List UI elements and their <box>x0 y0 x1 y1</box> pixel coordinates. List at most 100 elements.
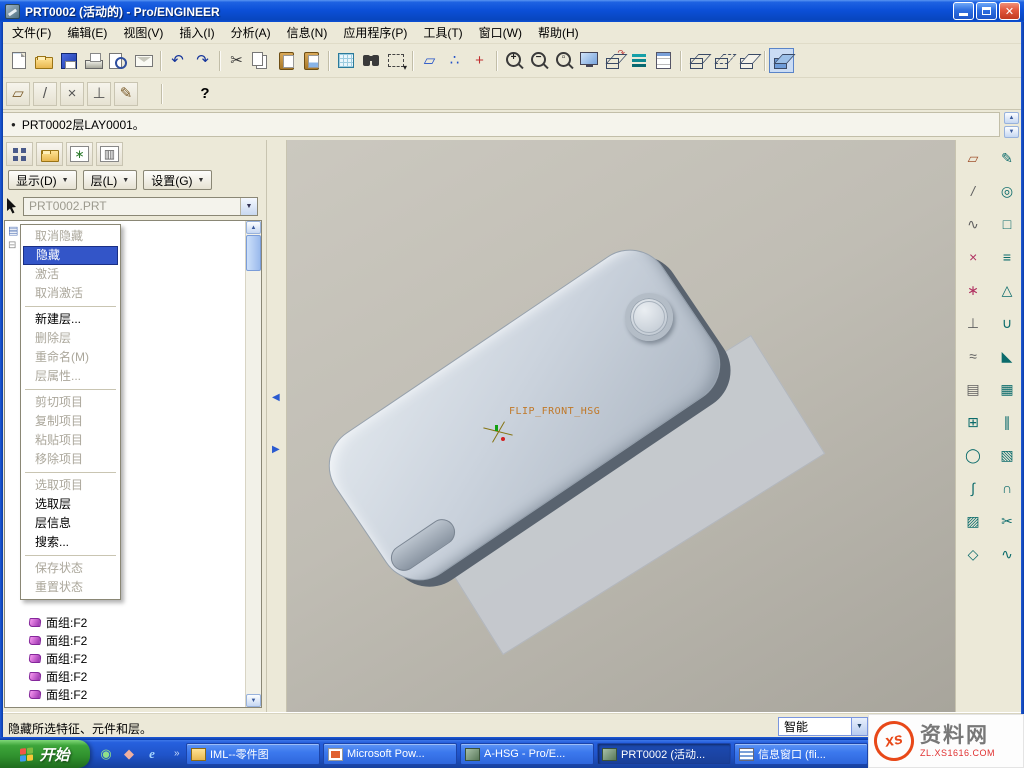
chevron-down-icon[interactable] <box>240 198 257 215</box>
context-menu-item[interactable]: 剪切项目 <box>23 393 118 412</box>
round-tool-icon[interactable]: ∪ <box>995 311 1019 335</box>
chevron-down-icon[interactable] <box>851 718 867 735</box>
point-display-icon[interactable]: ∴ <box>442 48 467 73</box>
extrude-tool-icon[interactable]: ⊞ <box>961 410 985 434</box>
context-menu-item[interactable]: 隐藏 <box>23 246 118 265</box>
warp-tool-icon[interactable]: ∿ <box>995 542 1019 566</box>
print-icon[interactable] <box>81 48 106 73</box>
layer-display-icon[interactable] <box>626 48 651 73</box>
settings-dropdown[interactable]: 设置(G) <box>143 170 212 190</box>
paste-icon[interactable] <box>274 48 299 73</box>
merge-tool-icon[interactable]: ∩ <box>995 476 1019 500</box>
sketch-datum-icon[interactable]: ✎ <box>114 82 138 106</box>
maximize-button[interactable] <box>976 2 997 20</box>
save-icon[interactable] <box>56 48 81 73</box>
no-hidden-icon[interactable] <box>735 48 760 73</box>
copy-icon[interactable] <box>249 48 274 73</box>
context-help-icon[interactable]: ? <box>193 82 217 106</box>
paste-special-icon[interactable] <box>299 48 324 73</box>
graphics-viewport[interactable]: FLIP_FRONT_HSG <box>287 140 955 712</box>
quicklaunch-ie-icon[interactable]: e <box>142 743 162 765</box>
context-menu-item[interactable]: 选取项目 <box>23 476 118 495</box>
tree-item[interactable]: 面组:F2 <box>7 613 244 631</box>
chevron-right-icon[interactable]: » <box>174 748 180 759</box>
context-menu-item[interactable]: 保存状态 <box>23 559 118 578</box>
tree-item[interactable]: 面组:F2 <box>7 649 244 667</box>
quicklaunch-media-icon[interactable]: ◆ <box>119 743 139 765</box>
hole-tool-icon[interactable]: ◎ <box>995 179 1019 203</box>
context-menu-item[interactable]: 新建层... <box>23 310 118 329</box>
minimize-button[interactable] <box>953 2 974 20</box>
new-file-icon[interactable] <box>6 48 31 73</box>
datum-display-icon[interactable]: ▱ <box>417 48 442 73</box>
scroll-down-icon[interactable] <box>1004 126 1019 138</box>
menu-item[interactable]: 编辑(E) <box>59 22 115 43</box>
menu-item[interactable]: 工具(T) <box>415 22 470 43</box>
selection-filter-combobox[interactable]: 智能 <box>778 717 868 736</box>
zoom-in-icon[interactable]: + <box>501 48 526 73</box>
show-dropdown[interactable]: 显示(D) <box>8 170 77 190</box>
redo-icon[interactable]: ↷ <box>190 48 215 73</box>
quicklaunch-messenger-icon[interactable]: ◉ <box>96 743 116 765</box>
scroll-up-icon[interactable] <box>246 221 261 234</box>
coordinate-system-icon[interactable]: ⊥ <box>961 311 985 335</box>
layer-dropdown[interactable]: 层(L) <box>83 170 138 190</box>
close-button[interactable]: ✕ <box>999 2 1020 20</box>
tree-item[interactable]: 面组:F2 <box>7 667 244 685</box>
spin-center-icon[interactable]: + <box>467 48 492 73</box>
menu-item[interactable]: 应用程序(P) <box>335 22 415 43</box>
context-menu-item[interactable]: 删除层 <box>23 329 118 348</box>
pattern-tool-icon[interactable]: ▦ <box>995 377 1019 401</box>
datum-point-icon[interactable]: × <box>961 245 985 269</box>
context-menu-item[interactable]: 激活 <box>23 265 118 284</box>
collapse-left-icon[interactable]: ◀ <box>272 392 280 403</box>
taskbar-task-iml[interactable]: IML--零件图 <box>186 743 320 765</box>
undo-icon[interactable]: ↶ <box>165 48 190 73</box>
new-layer-view-icon[interactable]: ∗ <box>66 142 93 166</box>
style-tool-icon[interactable]: ◇ <box>961 542 985 566</box>
menu-item[interactable]: 分析(A) <box>223 22 279 43</box>
context-menu-item[interactable]: 层信息 <box>23 514 118 533</box>
trim-tool-icon[interactable]: ✂ <box>995 509 1019 533</box>
tree-item[interactable]: 面组:F2 <box>7 631 244 649</box>
offset-point-icon[interactable]: ∗ <box>961 278 985 302</box>
layer-folder-icon[interactable] <box>36 142 63 166</box>
context-menu-item[interactable]: 层属性... <box>23 367 118 386</box>
datum-curve-icon[interactable]: ∿ <box>961 212 985 236</box>
shaded-icon[interactable] <box>769 48 794 73</box>
email-icon[interactable] <box>131 48 156 73</box>
taskbar-task-prt0002[interactable]: PRT0002 (活动... <box>597 743 731 765</box>
reorient-icon[interactable]: ↷ <box>601 48 626 73</box>
analysis-icon[interactable]: ≈ <box>961 344 985 368</box>
scroll-down-icon[interactable] <box>246 694 261 707</box>
menu-item[interactable]: 插入(I) <box>171 22 222 43</box>
taskbar-task-info[interactable]: 信息窗口 (fli... <box>734 743 868 765</box>
context-menu-item[interactable]: 重命名(M) <box>23 348 118 367</box>
datum-axis-icon[interactable]: / <box>961 179 985 203</box>
menu-item[interactable]: 帮助(H) <box>530 22 587 43</box>
expand-right-icon[interactable]: ▶ <box>272 444 280 455</box>
rib-tool-icon[interactable]: ≡ <box>995 245 1019 269</box>
context-menu-item[interactable]: 取消隐藏 <box>23 227 118 246</box>
menu-item[interactable]: 视图(V) <box>115 22 171 43</box>
model-combobox[interactable]: PRT0002.PRT <box>23 197 258 216</box>
scrollbar-thumb[interactable] <box>246 235 261 271</box>
zoom-out-icon[interactable]: − <box>526 48 551 73</box>
context-menu-item[interactable]: 选取层 <box>23 495 118 514</box>
draft-tool-icon[interactable]: △ <box>995 278 1019 302</box>
cut-icon[interactable]: ✂ <box>224 48 249 73</box>
note-icon[interactable]: ▤ <box>961 377 985 401</box>
chamfer-tool-icon[interactable]: ◣ <box>995 344 1019 368</box>
zoom-fit-icon[interactable]: ▫ <box>551 48 576 73</box>
context-menu-item[interactable]: 取消激活 <box>23 284 118 303</box>
context-menu-item[interactable]: 重置状态 <box>23 578 118 597</box>
context-menu-item[interactable]: 移除项目 <box>23 450 118 469</box>
tree-columns-icon[interactable] <box>6 142 33 166</box>
datum-plane-icon[interactable]: ▱ <box>961 146 985 170</box>
menu-item[interactable]: 信息(N) <box>279 22 336 43</box>
blend-tool-icon[interactable]: ▧ <box>995 443 1019 467</box>
scroll-up-icon[interactable] <box>1004 112 1019 124</box>
start-button[interactable]: 开始 <box>0 740 90 768</box>
datum-point-tool-icon[interactable]: × <box>60 82 84 106</box>
view-manager-icon[interactable] <box>651 48 676 73</box>
